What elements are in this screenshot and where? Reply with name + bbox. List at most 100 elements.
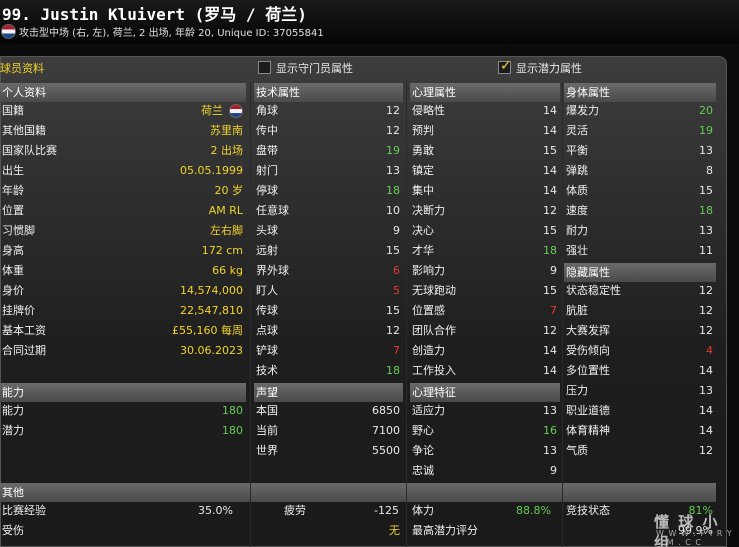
fatigue-row: 疲劳 -125 (282, 501, 402, 521)
trait-row: 野心 16 (410, 421, 560, 441)
physical-attr-row: 体质 15 (564, 181, 716, 201)
column-divider (250, 82, 251, 547)
technical-attr-row: 头球 9 (254, 221, 403, 241)
gk-attributes-checkbox[interactable] (258, 61, 271, 74)
tab-player-profile[interactable]: 球员资料 (0, 60, 44, 76)
personal-row: 位置 AM RL (0, 201, 246, 221)
physical-attr-row: 弹跳 8 (564, 161, 716, 181)
mental-attr-row-label: 镇定 (412, 164, 434, 177)
personal-row-label: 身价 (2, 284, 24, 297)
technical-attr-row-label: 传球 (256, 304, 278, 317)
column-divider (562, 82, 563, 547)
ability-row-value: 180 (222, 424, 243, 437)
mental-attr-row-label: 团队合作 (412, 324, 456, 337)
hidden-attr-row: 压力 13 (564, 381, 716, 401)
fatigue-row-label: 疲劳 (284, 504, 306, 517)
section-other: 其他 (0, 483, 716, 502)
reputation-row: 当前 7100 (254, 421, 403, 441)
reputation-row-value: 7100 (372, 424, 400, 437)
personal-row: 体重 66 kg (0, 261, 246, 281)
mental-attr-row: 无球跑动 15 (410, 281, 560, 301)
mental-attr-row: 才华 18 (410, 241, 560, 261)
other-row: 比赛经验 35.0% (0, 501, 236, 521)
hidden-attr-row-label: 受伤倾向 (566, 344, 610, 357)
player-profile-window: 99. Justin Kluivert (罗马 / 荷兰) 攻击型中场 (右, … (0, 0, 739, 547)
condition-row-label: 竞技状态 (566, 504, 610, 517)
technical-attr-row-label: 角球 (256, 104, 278, 117)
technical-attr-row: 传中 12 (254, 121, 403, 141)
mental-attr-row-value: 18 (543, 244, 557, 257)
personal-row-label: 位置 (2, 204, 24, 217)
technical-attr-row: 点球 12 (254, 321, 403, 341)
fatigue-row-value: -125 (374, 504, 399, 517)
technical-attr-row: 传球 15 (254, 301, 403, 321)
mental-attr-row-label: 决断力 (412, 204, 445, 217)
technical-attr-row: 角球 12 (254, 101, 403, 121)
stamina-row: 体力 88.8% (410, 501, 554, 521)
technical-attr-row-label: 头球 (256, 224, 278, 237)
personal-row-label: 国家队比赛 (2, 144, 57, 157)
potential-attributes-label[interactable]: 显示潜力属性 (516, 60, 582, 76)
physical-attr-row-label: 耐力 (566, 224, 588, 237)
ability-row: 能力 180 (0, 401, 246, 421)
technical-attr-row-label: 技术 (256, 364, 278, 377)
technical-attr-row-label: 盘带 (256, 144, 278, 157)
mental-attr-row-label: 勇敢 (412, 144, 434, 157)
hidden-attr-row: 大赛发挥 12 (564, 321, 716, 341)
mental-attr-row-value: 14 (543, 344, 557, 357)
personal-row-value: £55,160 每周 (172, 324, 243, 337)
technical-attr-row: 盯人 5 (254, 281, 403, 301)
personal-row-label: 其他国籍 (2, 124, 46, 137)
physical-attr-row: 灵活 19 (564, 121, 716, 141)
physical-attr-row: 耐力 13 (564, 221, 716, 241)
reputation-row-label: 世界 (256, 444, 278, 457)
hidden-attr-row-label: 多位置性 (566, 364, 610, 377)
technical-attr-row-label: 盯人 (256, 284, 278, 297)
technical-attr-row-value: 12 (386, 124, 400, 137)
technical-attr-row-value: 18 (386, 184, 400, 197)
reputation-row: 世界 5500 (254, 441, 403, 461)
trait-row-label: 忠诚 (412, 464, 434, 477)
physical-attr-row-value: 18 (699, 204, 713, 217)
trait-row-value: 9 (550, 464, 557, 477)
personal-row: 出生 05.05.1999 (0, 161, 246, 181)
hidden-attr-row-value: 13 (699, 384, 713, 397)
potential-attributes-checkbox[interactable]: ✓ (498, 58, 512, 74)
hidden-attr-row: 状态稳定性 12 (564, 281, 716, 301)
mental-attr-row-value: 14 (543, 364, 557, 377)
other-row-label: 受伤 (2, 524, 24, 537)
personal-row-label: 基本工资 (2, 324, 46, 337)
technical-attr-row-value: 7 (393, 344, 400, 357)
mental-attr-row: 团队合作 12 (410, 321, 560, 341)
technical-attr-row-value: 12 (386, 324, 400, 337)
technical-attr-row-value: 10 (386, 204, 400, 217)
hidden-attr-row-label: 职业道德 (566, 404, 610, 417)
hidden-attr-row-label: 气质 (566, 444, 588, 457)
gk-attributes-label[interactable]: 显示守门员属性 (276, 60, 353, 76)
physical-attr-row-value: 13 (699, 224, 713, 237)
personal-row-value: AM RL (208, 204, 243, 217)
personal-row-value: 苏里南 (210, 124, 243, 137)
ability-row: 潜力 180 (0, 421, 246, 441)
injury-status-row: 无 (254, 521, 403, 541)
hidden-attr-row-value: 12 (699, 324, 713, 337)
mental-attr-row-label: 才华 (412, 244, 434, 257)
physical-attr-row-value: 20 (699, 104, 713, 117)
mental-attr-row-label: 工作投入 (412, 364, 456, 377)
mental-attr-row-value: 14 (543, 164, 557, 177)
section-technical: 技术属性 (254, 83, 403, 102)
mental-attr-row-value: 14 (543, 104, 557, 117)
technical-attr-row-value: 5 (393, 284, 400, 297)
personal-row: 年龄 20 岁 (0, 181, 246, 201)
personal-row: 身高 172 cm (0, 241, 246, 261)
mental-attr-row-value: 15 (543, 284, 557, 297)
personal-row-value: 左右脚 (210, 224, 243, 237)
other-row-label: 比赛经验 (2, 504, 46, 517)
personal-row-label: 挂牌价 (2, 304, 35, 317)
technical-attr-row: 停球 18 (254, 181, 403, 201)
personal-row-label: 出生 (2, 164, 24, 177)
physical-attr-row-label: 灵活 (566, 124, 588, 137)
other-row: 受伤 (0, 521, 236, 541)
max-potential-row: 最高潜力评分 (410, 521, 560, 541)
personal-row-label: 合同过期 (2, 344, 46, 357)
